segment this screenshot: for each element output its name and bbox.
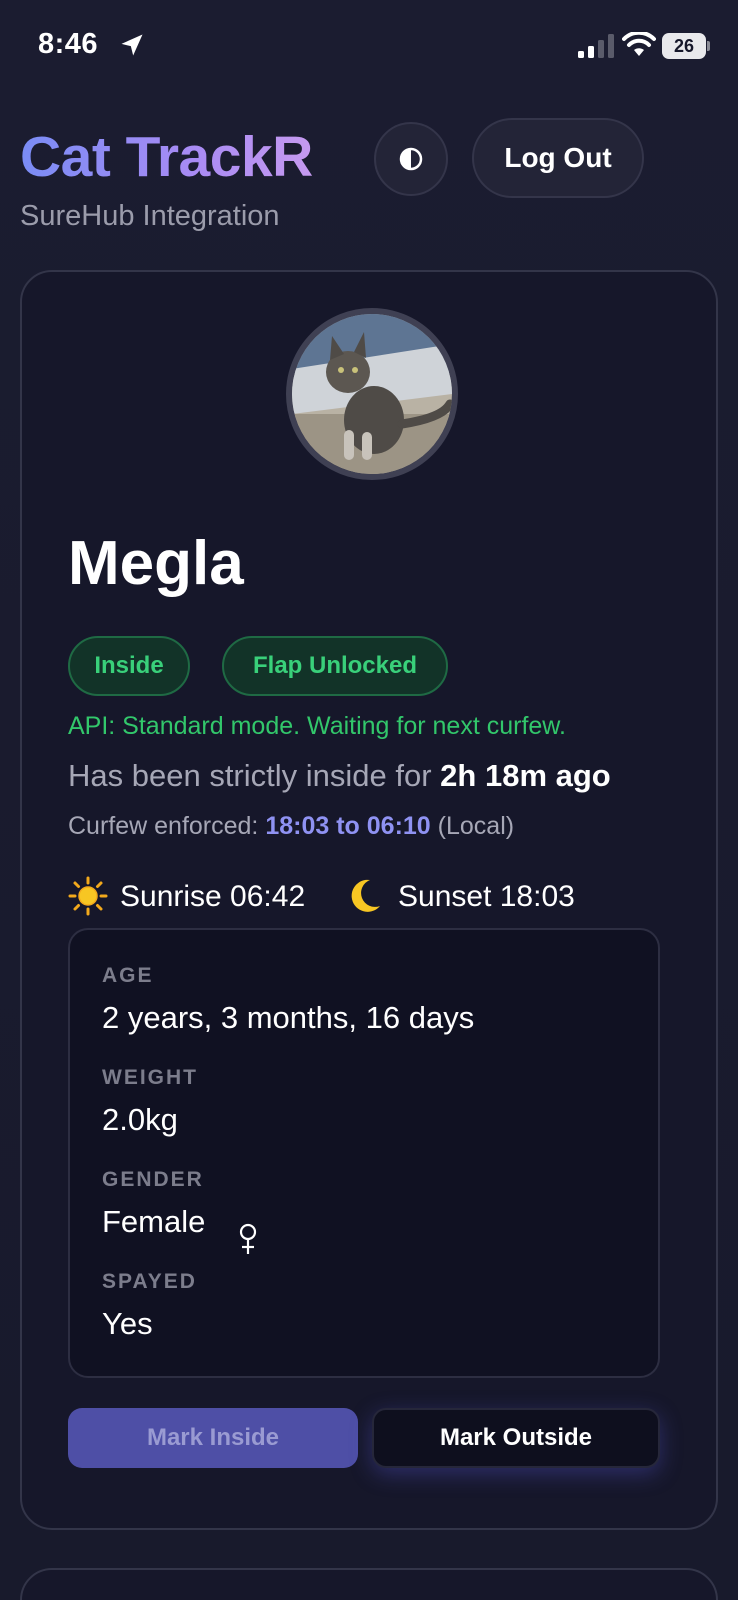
female-symbol-icon xyxy=(239,1223,257,1254)
location-arrow-icon xyxy=(121,34,143,56)
cat-card: Megla Inside Flap Unlocked API: Standard… xyxy=(20,270,718,1530)
detail-label-weight: WEIGHT xyxy=(102,1066,198,1089)
cat-name: Megla xyxy=(68,529,244,598)
theme-toggle-button[interactable] xyxy=(374,122,448,196)
inside-duration-prefix: Has been strictly inside for xyxy=(68,758,432,793)
cat-details-panel: AGE 2 years, 3 months, 16 days WEIGHT 2.… xyxy=(68,928,660,1378)
detail-value-weight: 2.0kg xyxy=(102,1102,178,1137)
sunrise-text: Sunrise 06:42 xyxy=(120,880,306,913)
detail-label-age: AGE xyxy=(102,964,154,987)
curfew-prefix: Curfew enforced: xyxy=(68,812,259,840)
app-screen: 8:46 26 Cat TrackR SureHub Integration L… xyxy=(0,0,738,1600)
battery-tip xyxy=(707,41,710,51)
cat-avatar xyxy=(286,308,458,480)
app-title: Cat TrackR xyxy=(20,125,313,189)
sun-icon xyxy=(68,876,108,916)
contrast-icon xyxy=(399,147,423,171)
next-cat-card xyxy=(20,1568,718,1600)
curfew-window: 18:03 to 06:10 xyxy=(265,812,431,840)
api-status-text: API: Standard mode. Waiting for next cur… xyxy=(68,712,566,740)
mark-outside-button[interactable]: Mark Outside xyxy=(372,1408,660,1468)
status-bar: 8:46 26 xyxy=(0,0,738,92)
cell-signal-icon xyxy=(578,34,614,58)
wifi-icon xyxy=(622,32,656,56)
detail-label-gender: GENDER xyxy=(102,1168,204,1191)
cat-photo xyxy=(292,314,452,474)
battery-level: 26 xyxy=(662,33,706,59)
status-badge-inside: Inside xyxy=(68,636,190,696)
status-time: 8:46 xyxy=(38,28,99,60)
curfew-text: Curfew enforced: 18:03 to 06:10 (Local) xyxy=(68,812,514,841)
curfew-suffix: (Local) xyxy=(437,812,515,840)
app-subtitle: SureHub Integration xyxy=(20,200,280,232)
inside-duration-value: 2h 18m ago xyxy=(440,758,611,793)
mark-inside-button[interactable]: Mark Inside xyxy=(68,1408,358,1468)
inside-duration-text: Has been strictly inside for 2h 18m ago xyxy=(68,758,611,794)
battery-icon: 26 xyxy=(662,33,710,59)
detail-value-age: 2 years, 3 months, 16 days xyxy=(102,1000,475,1035)
detail-label-spayed: SPAYED xyxy=(102,1270,197,1293)
detail-value-spayed: Yes xyxy=(102,1306,153,1341)
status-badge-flap: Flap Unlocked xyxy=(222,636,448,696)
moon-icon xyxy=(351,879,380,912)
logout-button[interactable]: Log Out xyxy=(472,118,644,198)
sunset-text: Sunset 18:03 xyxy=(398,880,575,913)
detail-value-gender: Female xyxy=(102,1204,206,1239)
